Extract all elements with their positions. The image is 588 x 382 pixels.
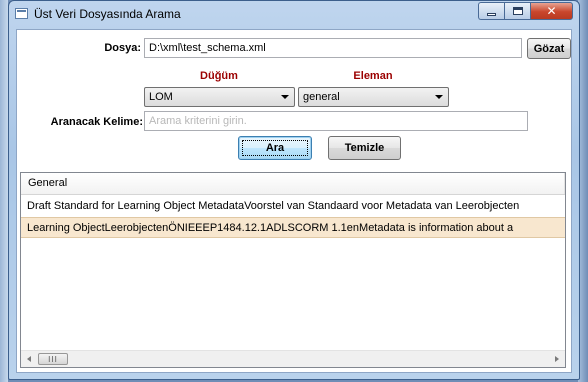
element-header: Eleman <box>353 70 393 82</box>
list-item-selected[interactable]: Learning ObjectLeerobjectenÖNIEEEP1484.1… <box>21 217 565 238</box>
search-input[interactable]: Arama kriterini girin. <box>144 111 528 131</box>
node-select-value: LOM <box>149 91 173 103</box>
file-path-input[interactable]: D:\xml\test_schema.xml <box>144 38 522 58</box>
maximize-icon <box>512 7 523 15</box>
list-item[interactable]: Draft Standard for Learning Object Metad… <box>21 196 565 217</box>
search-label: Aranacak Kelime: <box>50 116 143 128</box>
focus-rectangle <box>242 140 308 156</box>
close-button[interactable]: ✕ <box>530 2 573 20</box>
client-area: Dosya: D:\xml\test_schema.xml Gözat Düğü… <box>16 29 572 373</box>
caption-buttons: ✕ <box>478 2 573 20</box>
scroll-thumb[interactable]: III <box>38 353 68 365</box>
clear-button[interactable]: Temizle <box>328 136 401 160</box>
search-button[interactable]: Ara <box>238 136 312 160</box>
close-icon: ✕ <box>546 4 557 18</box>
element-select[interactable]: general <box>298 87 449 107</box>
window-title: Üst Veri Dosyasında Arama <box>34 7 181 21</box>
file-label: Dosya: <box>104 42 141 54</box>
column-header-general[interactable]: General <box>21 173 565 194</box>
dropdown-arrow-icon <box>281 95 289 99</box>
results-header: General <box>21 173 565 195</box>
element-select-value: general <box>303 91 340 103</box>
scroll-left-icon[interactable] <box>27 356 31 362</box>
maximize-button[interactable] <box>504 2 530 20</box>
search-placeholder: Arama kriterini girin. <box>149 115 247 127</box>
node-select[interactable]: LOM <box>144 87 295 107</box>
title-bar[interactable]: Üst Veri Dosyasında Arama ✕ <box>9 1 579 27</box>
scroll-right-icon[interactable] <box>555 356 559 362</box>
browse-button[interactable]: Gözat <box>527 38 571 59</box>
app-window-icon <box>15 8 28 19</box>
results-list[interactable]: General Draft Standard for Learning Obje… <box>20 172 566 368</box>
dropdown-arrow-icon <box>435 95 443 99</box>
minimize-icon <box>487 12 496 16</box>
search-window: Üst Veri Dosyasında Arama ✕ Dosya: D:\xm… <box>8 0 580 380</box>
minimize-button[interactable] <box>478 2 504 20</box>
node-header: Düğüm <box>200 70 238 82</box>
desktop-background-left <box>0 0 8 382</box>
horizontal-scrollbar[interactable]: III <box>21 350 565 367</box>
